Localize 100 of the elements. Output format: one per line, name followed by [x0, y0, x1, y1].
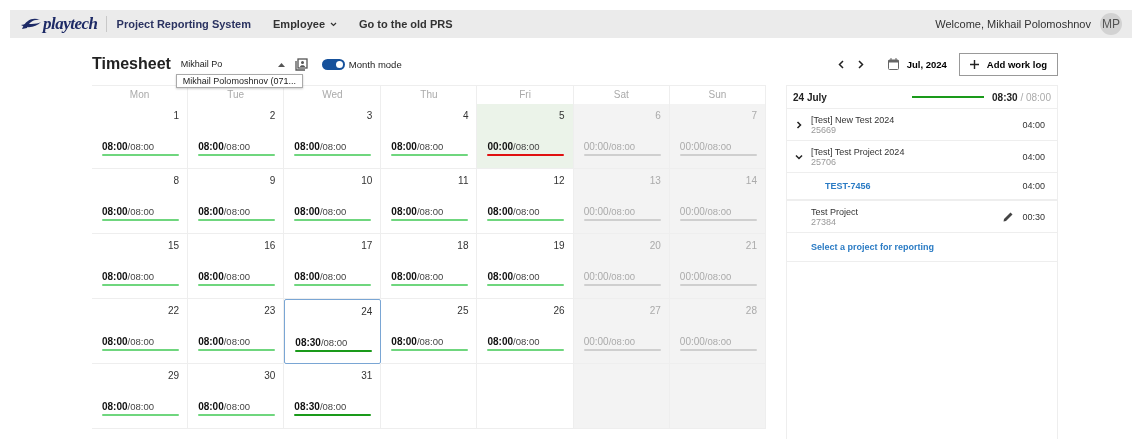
employee-select[interactable]: Mikhail Po: [180, 57, 285, 71]
hours-text: 08:00/08:00: [198, 141, 252, 152]
day-number: 24: [361, 306, 373, 317]
hours-value: 04:00: [1022, 119, 1045, 130]
project-code: 27384: [811, 216, 837, 227]
pencil-icon[interactable]: [1003, 211, 1015, 222]
project-name: [Test] New Test 2024: [811, 114, 896, 125]
nav-link[interactable]: Go to the old PRS: [359, 18, 453, 30]
hours-text: 08:00/08:00: [391, 141, 445, 152]
day-number: 12: [553, 175, 565, 186]
caret-icon: [277, 61, 285, 67]
day-cell[interactable]: 29 08:00/08:00: [92, 364, 189, 429]
add-work-log-button[interactable]: Add work log: [958, 52, 1058, 76]
period-picker[interactable]: Jul, 2024: [881, 57, 953, 71]
day-number: 31: [361, 370, 373, 381]
hours-text: 00:00/08:00: [679, 336, 733, 347]
day-number: 25: [457, 305, 469, 316]
day-number: 16: [264, 240, 276, 251]
hours-text: 08:00/08:00: [294, 141, 348, 152]
day-number: 5: [559, 110, 565, 121]
day-cell[interactable]: 30 08:00/08:00: [188, 364, 285, 429]
hours-text: 08:30/08:00: [294, 401, 348, 412]
day-cell[interactable]: 8 08:00/08:00: [92, 169, 189, 234]
hours-text: 08:00/08:00: [294, 206, 348, 217]
day-cell[interactable]: 19 08:00/08:00: [477, 234, 574, 299]
day-cell[interactable]: 1 08:00/08:00: [92, 104, 189, 169]
task-link[interactable]: TEST-7456: [825, 181, 871, 191]
day-number: 11: [458, 175, 469, 186]
chevron-right-icon: [857, 59, 864, 69]
project-code: 25669: [811, 124, 838, 135]
day-cell[interactable]: 3 08:00/08:00: [284, 104, 382, 169]
hours-text: 00:00/08:00: [583, 271, 637, 282]
app-title[interactable]: Project Reporting System: [116, 18, 252, 30]
day-number: 9: [269, 175, 276, 186]
day-cell[interactable]: 23 08:00/08:00: [188, 299, 285, 364]
day-cell[interactable]: 16 08:00/08:00: [188, 234, 285, 299]
day-number: 22: [168, 305, 180, 316]
day-cell[interactable]: 5 00:00/08:00: [477, 104, 574, 169]
day-cell[interactable]: 18 08:00/08:00: [381, 234, 478, 299]
hours-text: 08:00/08:00: [391, 271, 445, 282]
welcome-text: Welcome, Mikhail Polomoshnov: [935, 18, 1091, 30]
day-cell[interactable]: 15 08:00/08:00: [92, 234, 189, 299]
chevron-left-icon: [837, 59, 844, 69]
hours-text: 08:00/08:00: [102, 336, 155, 347]
day-cell[interactable]: 25 08:00/08:00: [381, 299, 478, 364]
hours-text: 08:00/08:00: [487, 336, 541, 347]
user-avatar[interactable]: MP: [1100, 13, 1122, 35]
day-cell[interactable]: 22 08:00/08:00: [92, 299, 189, 364]
day-number: 14: [745, 175, 757, 186]
caret-icon: [330, 21, 337, 27]
project-name: [Test] Test Project 2024: [811, 146, 906, 157]
day-cell[interactable]: 2 08:00/08:00: [188, 104, 285, 169]
month-mode-toggle[interactable]: [321, 58, 345, 70]
weekday-label: Mon: [92, 86, 189, 104]
hours-text: 08:30/08:00: [295, 337, 349, 348]
day-number: 18: [457, 240, 469, 251]
day-number: 2: [269, 110, 276, 121]
swoosh-logo-icon: [20, 17, 42, 31]
day-cell[interactable]: 31 08:30/08:00: [284, 364, 382, 429]
select-project-link[interactable]: Select a project for reporting: [811, 242, 935, 252]
day-number: 29: [168, 370, 180, 381]
hours-text: 00:00/08:00: [583, 141, 637, 152]
day-number: 3: [366, 110, 373, 121]
nav-menu[interactable]: Employee: [273, 18, 337, 30]
day-number: 1: [173, 110, 180, 121]
chevron-right-icon[interactable]: [795, 120, 803, 129]
project-code: 25706: [811, 156, 838, 167]
day-number: 23: [264, 305, 276, 316]
day-number: 26: [553, 305, 565, 316]
hours-text: 08:00/08:00: [391, 206, 445, 217]
logo-text: playtech: [43, 16, 98, 32]
hours-text: 00:00/08:00: [679, 141, 733, 152]
hours-text: 08:00/08:00: [102, 206, 155, 217]
hours-text: 08:00/08:00: [198, 401, 252, 412]
chevron-down-icon[interactable]: [795, 152, 803, 161]
day-cell[interactable]: 17 08:00/08:00: [284, 234, 382, 299]
day-number: 19: [553, 240, 565, 251]
hours-value: 00:30: [1022, 211, 1045, 222]
hours-text: 00:00/08:00: [583, 206, 637, 217]
day-number: 10: [361, 175, 373, 186]
hours-text: 08:00/08:00: [102, 271, 155, 282]
day-number: 15: [168, 240, 180, 251]
day-number: 27: [649, 305, 661, 316]
contacts-icon[interactable]: [294, 57, 308, 71]
weekday-label: Tue: [188, 86, 285, 104]
day-number: 20: [649, 240, 661, 251]
day-number: 7: [751, 110, 757, 121]
hours-value: 04:00: [1022, 151, 1045, 162]
day-cell[interactable]: 24 08:30/08:00: [284, 299, 382, 364]
day-number: 28: [745, 305, 757, 316]
day-cell[interactable]: 10 08:00/08:00: [284, 169, 382, 234]
day-cell[interactable]: 26 08:00/08:00: [477, 299, 574, 364]
employee-suggestion[interactable]: Mikhail Polomoshnov (071...: [175, 74, 303, 88]
hours-text: 08:00/08:00: [198, 206, 252, 217]
day-cell[interactable]: 11 08:00/08:00: [381, 169, 478, 234]
page-title: Timesheet: [92, 55, 171, 73]
panel-date: 24 July: [793, 91, 828, 103]
day-cell[interactable]: 9 08:00/08:00: [188, 169, 285, 234]
day-cell[interactable]: 12 08:00/08:00: [477, 169, 574, 234]
hours-text: 00:00/08:00: [679, 206, 733, 217]
